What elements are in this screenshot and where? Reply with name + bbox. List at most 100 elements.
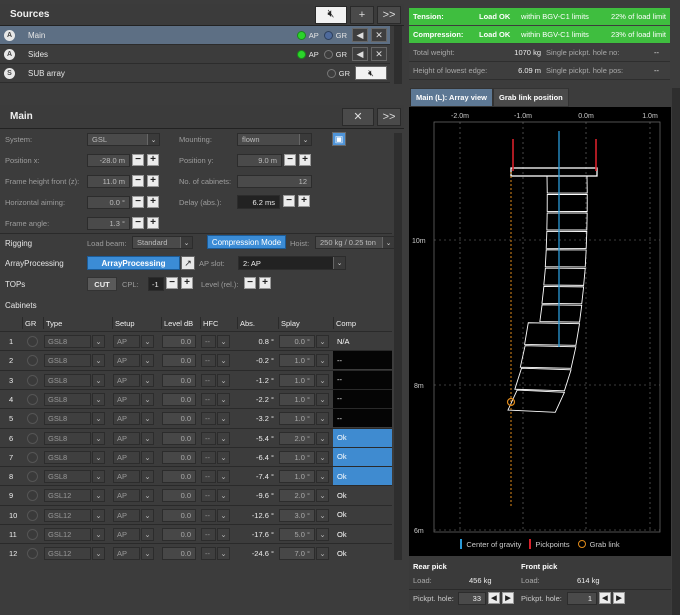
speaker-icon[interactable]: ◀ xyxy=(352,28,368,42)
link-icon[interactable]: ▣ xyxy=(332,132,346,146)
type-select[interactable]: GSL8 xyxy=(44,354,91,368)
type-select[interactable]: GSL12 xyxy=(44,489,91,503)
chevron-down-icon[interactable]: ⌄ xyxy=(141,431,154,445)
array-processing-button[interactable]: ArrayProcessing xyxy=(87,256,180,270)
type-select[interactable]: GSL8 xyxy=(44,450,91,464)
hfc-select[interactable]: -- xyxy=(201,508,216,522)
level-field[interactable]: 0.0 xyxy=(162,412,196,426)
ap-status-dot[interactable] xyxy=(296,30,306,40)
table-row[interactable]: 8 GSL8 ⌄ AP ⌄ 0.0 -- ⌄ -7.4 ° 1.0 ° ⌄ Ok xyxy=(0,466,392,486)
chevron-down-icon[interactable]: ⌄ xyxy=(217,412,230,426)
level-field[interactable]: 0.0 xyxy=(162,392,196,406)
table-row[interactable]: 6 GSL8 ⌄ AP ⌄ 0.0 -- ⌄ -5.4 ° 2.0 ° ⌄ Ok xyxy=(0,427,392,447)
setup-select[interactable]: AP xyxy=(113,489,140,503)
splay-field[interactable]: 7.0 ° xyxy=(279,547,315,561)
chevron-down-icon[interactable]: ⌄ xyxy=(141,412,154,426)
chevron-down-icon[interactable]: ⌄ xyxy=(316,508,329,522)
splay-field[interactable]: 1.0 ° xyxy=(279,392,315,406)
chevron-down-icon[interactable]: ⌄ xyxy=(316,412,329,426)
gr-radio[interactable] xyxy=(27,432,38,444)
type-select[interactable]: GSL12 xyxy=(44,508,91,522)
sources-scrollbar[interactable] xyxy=(394,26,402,84)
aiming-decrement-button[interactable]: − xyxy=(132,196,144,208)
chevron-down-icon[interactable]: ⌄ xyxy=(92,335,105,348)
chevron-down-icon[interactable]: ⌄ xyxy=(217,373,230,387)
col-comp[interactable]: Comp xyxy=(333,317,392,329)
table-row[interactable]: 1 GSL8 ⌄ AP ⌄ 0.0 -- ⌄ 0.8 ° 0.0 ° ⌄ N/A xyxy=(0,331,392,350)
col-splay[interactable]: Splay xyxy=(278,317,332,329)
gr-radio[interactable] xyxy=(27,336,38,347)
setup-select[interactable]: AP xyxy=(113,335,140,348)
gr-radio[interactable] xyxy=(27,355,38,367)
gr-radio[interactable] xyxy=(27,374,38,386)
hoist-select[interactable]: 250 kg / 0.25 ton ⌄ xyxy=(315,236,395,249)
delay-increment-button[interactable]: + xyxy=(298,195,310,207)
right-scrollbar[interactable] xyxy=(672,88,680,615)
cpl-increment-button[interactable]: + xyxy=(181,277,193,289)
chevron-down-icon[interactable]: ⌄ xyxy=(316,450,329,464)
level-field[interactable]: 0.0 xyxy=(162,450,196,464)
level-field[interactable]: 0.0 xyxy=(162,528,196,541)
table-row[interactable]: 5 GSL8 ⌄ AP ⌄ 0.0 -- ⌄ -3.2 ° 1.0 ° ⌄ -- xyxy=(0,408,392,428)
table-row[interactable]: 3 GSL8 ⌄ AP ⌄ 0.0 -- ⌄ -1.2 ° 1.0 ° ⌄ -- xyxy=(0,369,392,389)
hfc-select[interactable]: -- xyxy=(201,412,216,426)
source-row-sub-array[interactable]: S SUB array GR 🔇︎ xyxy=(0,64,390,83)
hfc-select[interactable]: -- xyxy=(201,431,216,445)
type-select[interactable]: GSL8 xyxy=(44,412,91,426)
setup-select[interactable]: AP xyxy=(113,373,140,387)
type-select[interactable]: GSL8 xyxy=(44,470,91,484)
posy-decrement-button[interactable]: − xyxy=(284,154,296,166)
type-select[interactable]: GSL8 xyxy=(44,392,91,406)
chevron-down-icon[interactable]: ⌄ xyxy=(92,354,105,368)
setup-select[interactable]: AP xyxy=(113,547,140,561)
chevron-down-icon[interactable]: ⌄ xyxy=(141,450,154,464)
hfc-select[interactable]: -- xyxy=(201,392,216,406)
chevron-down-icon[interactable]: ⌄ xyxy=(141,508,154,522)
splay-field[interactable]: 1.0 ° xyxy=(279,412,315,426)
hfc-select[interactable]: -- xyxy=(201,528,216,541)
gr-radio[interactable] xyxy=(27,413,38,425)
chevron-down-icon[interactable]: ⌄ xyxy=(217,354,230,368)
main-scrollbar[interactable] xyxy=(394,133,402,560)
col-hfc[interactable]: HFC xyxy=(200,317,236,329)
chevron-down-icon[interactable]: ⌄ xyxy=(217,392,230,406)
rear-hole-prev-button[interactable]: ◀ xyxy=(488,592,500,604)
chevron-down-icon[interactable]: ⌄ xyxy=(217,528,230,541)
chevron-down-icon[interactable]: ⌄ xyxy=(141,489,154,503)
chevron-down-icon[interactable]: ⌄ xyxy=(217,431,230,445)
level-field[interactable]: 0.0 xyxy=(162,470,196,484)
cut-button[interactable]: CUT xyxy=(87,277,117,291)
hfc-select[interactable]: -- xyxy=(201,450,216,464)
rear-hole-next-button[interactable]: ▶ xyxy=(502,592,514,604)
level-field[interactable]: 0.0 xyxy=(162,354,196,368)
table-row[interactable]: 12 GSL12 ⌄ AP ⌄ 0.0 -- ⌄ -24.6 ° 7.0 ° ⌄ Ok xyxy=(0,543,392,562)
mounting-select[interactable]: flown ⌄ xyxy=(237,133,312,146)
chevron-down-icon[interactable]: ⌄ xyxy=(92,431,105,445)
col-gr[interactable]: GR xyxy=(22,317,42,329)
chevron-down-icon[interactable]: ⌄ xyxy=(92,528,105,541)
gr-radio[interactable] xyxy=(27,471,38,483)
gr-radio[interactable] xyxy=(27,393,38,405)
frame-height-decrement-button[interactable]: − xyxy=(132,175,144,187)
posx-field[interactable]: -28.0 m xyxy=(87,154,130,167)
level-increment-button[interactable]: + xyxy=(259,277,271,289)
col-type[interactable]: Type xyxy=(43,317,111,329)
source-row-sides[interactable]: A Sides AP GR ◀ ✕ xyxy=(0,45,390,64)
front-hole-prev-button[interactable]: ◀ xyxy=(599,592,611,604)
frame-angle-increment-button[interactable]: + xyxy=(147,217,159,229)
type-select[interactable]: GSL8 xyxy=(44,431,91,445)
splay-field[interactable]: 5.0 ° xyxy=(279,528,315,541)
chevron-down-icon[interactable]: ⌄ xyxy=(141,470,154,484)
horizontal-aiming-field[interactable]: 0.0 ° xyxy=(87,196,130,209)
chevron-down-icon[interactable]: ⌄ xyxy=(217,508,230,522)
chevron-down-icon[interactable]: ⌄ xyxy=(316,489,329,503)
tab-grab-link-position[interactable]: Grab link position xyxy=(493,88,569,107)
mute-icon[interactable]: ✕ xyxy=(371,28,387,42)
gr-radio[interactable] xyxy=(27,529,38,540)
hfc-select[interactable]: -- xyxy=(201,335,216,348)
table-row[interactable]: 9 GSL12 ⌄ AP ⌄ 0.0 -- ⌄ -9.6 ° 2.0 ° ⌄ Ok xyxy=(0,485,392,504)
mute-icon[interactable]: ✕ xyxy=(371,47,387,61)
load-beam-select[interactable]: Standard ⌄ xyxy=(132,236,193,249)
frame-height-field[interactable]: 11.0 m xyxy=(87,175,130,188)
splay-field[interactable]: 1.0 ° xyxy=(279,373,315,387)
